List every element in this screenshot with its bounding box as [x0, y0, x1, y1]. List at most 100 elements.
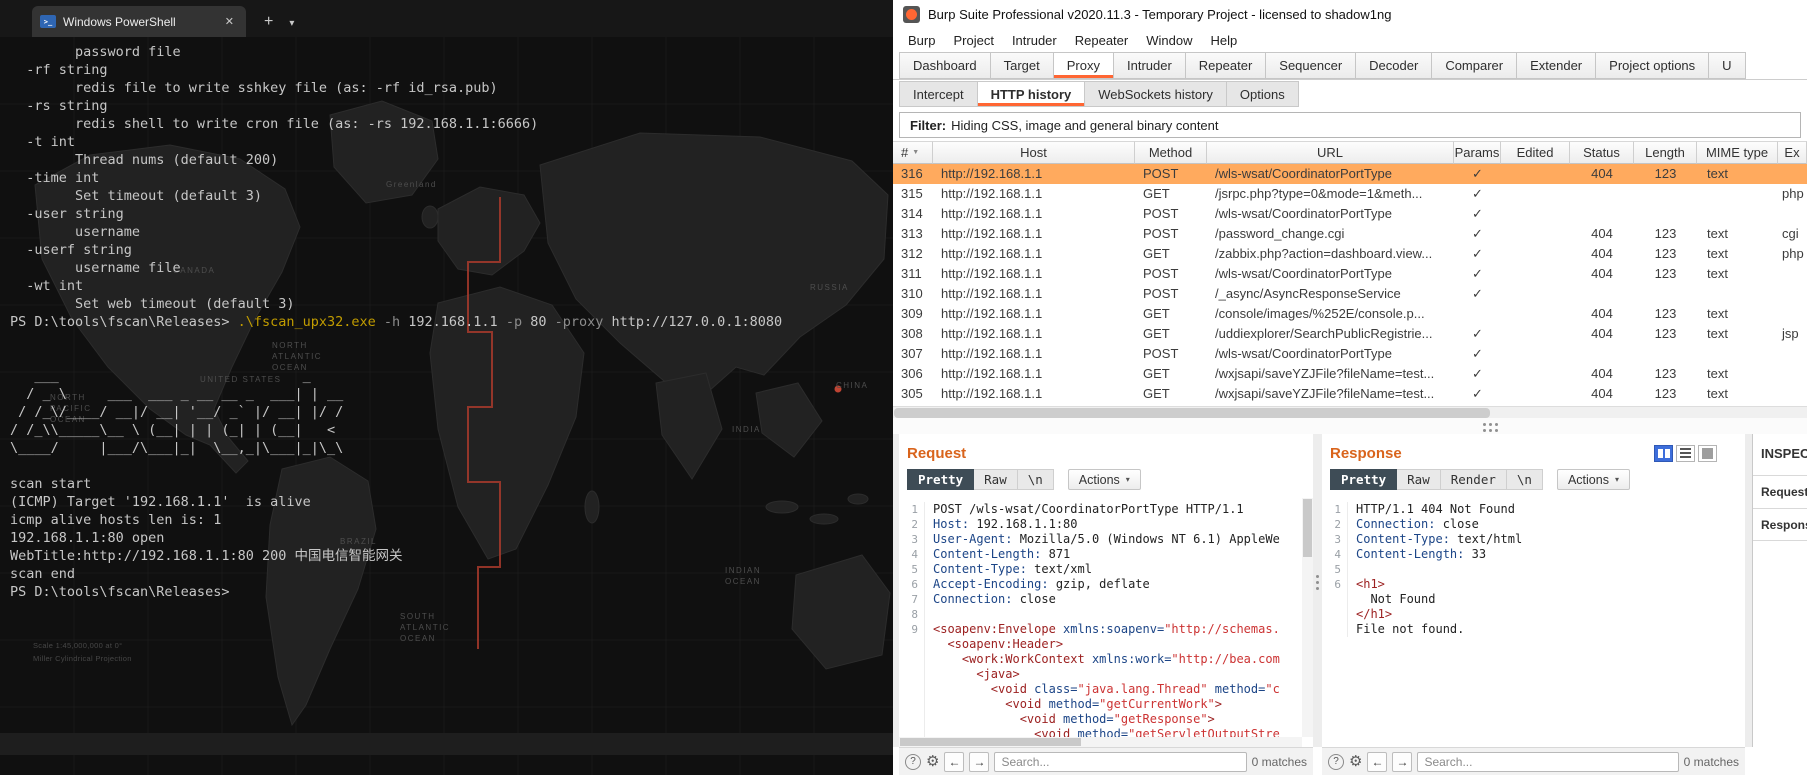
- menu-item-repeater[interactable]: Repeater: [1066, 28, 1137, 52]
- code-line: 3 User-Agent: Mozilla/5.0 (Windows NT 6.1…: [905, 532, 1313, 547]
- cell: ✓: [1472, 186, 1483, 201]
- filter-bar[interactable]: Filter: Hiding CSS, image and general bi…: [899, 112, 1801, 138]
- cell: [1570, 184, 1634, 204]
- column-header-host[interactable]: Host: [933, 141, 1135, 164]
- terminal-text-segment: scan end: [10, 566, 76, 582]
- response-actions-button[interactable]: Actions ▾: [1556, 469, 1630, 490]
- table-horizontal-scrollbar[interactable]: [893, 406, 1807, 418]
- line-number: [1328, 622, 1348, 637]
- code-text: "java.lang.Thread": [1077, 682, 1208, 696]
- tab-target[interactable]: Target: [989, 52, 1054, 79]
- subtab-intercept[interactable]: Intercept: [899, 81, 978, 107]
- search-next-button[interactable]: →: [1392, 751, 1413, 772]
- table-row-312[interactable]: 312 http://192.168.1.1 GET/zabbix.php?acti…: [893, 244, 1807, 264]
- tab-intruder[interactable]: Intruder: [1112, 52, 1186, 79]
- search-prev-button[interactable]: ←: [1367, 751, 1388, 772]
- subtab-websockets-history[interactable]: WebSockets history: [1084, 81, 1227, 107]
- response-tab-render[interactable]: Render: [1440, 469, 1507, 490]
- request-tab-n[interactable]: \n: [1017, 469, 1054, 490]
- splitter-handle-icon[interactable]: [1316, 574, 1319, 590]
- help-icon[interactable]: ?: [1328, 753, 1344, 770]
- table-row-314[interactable]: 314 http://192.168.1.1 POST/wls-wsat/Coord…: [893, 204, 1807, 224]
- menu-item-project[interactable]: Project: [944, 28, 1002, 52]
- layout-single-button[interactable]: [1698, 444, 1717, 462]
- tab-decoder[interactable]: Decoder: [1355, 52, 1433, 79]
- column-header-n[interactable]: # ▼: [893, 141, 933, 164]
- table-row-307[interactable]: 307 http://192.168.1.1 POST/wls-wsat/Coord…: [893, 344, 1807, 364]
- scrollbar-thumb[interactable]: [900, 738, 1082, 746]
- help-icon[interactable]: ?: [905, 753, 921, 770]
- code-text: 33: [1464, 547, 1487, 561]
- table-row-315[interactable]: 315 http://192.168.1.1 GET/jsrpc.php?type=…: [893, 184, 1807, 204]
- scrollbar-thumb[interactable]: [1303, 499, 1312, 557]
- table-row-309[interactable]: 309 http://192.168.1.1 GET/console/images/…: [893, 304, 1807, 324]
- request-horizontal-scrollbar[interactable]: [899, 737, 1302, 747]
- column-header-params[interactable]: Params: [1454, 141, 1501, 164]
- menu-item-burp[interactable]: Burp: [899, 28, 944, 52]
- column-header-ex[interactable]: Ex: [1778, 141, 1807, 164]
- column-header-length[interactable]: Length: [1634, 141, 1697, 164]
- request-actions-button[interactable]: Actions ▾: [1067, 469, 1141, 490]
- column-header-edited[interactable]: Edited: [1501, 141, 1570, 164]
- tab-extender[interactable]: Extender: [1516, 52, 1597, 79]
- line-content: [933, 607, 940, 622]
- cell: /wxjsapi/saveYZJFile?fileName=test...: [1215, 386, 1435, 401]
- inspector-section-request-att[interactable]: Request att: [1753, 475, 1807, 508]
- tab-dashboard[interactable]: Dashboard: [899, 52, 991, 79]
- scrollbar-thumb[interactable]: [894, 408, 1490, 418]
- menu-item-intruder[interactable]: Intruder: [1003, 28, 1066, 52]
- request-code[interactable]: 1 POST /wls-wsat/CoordinatorPortType HTTP…: [899, 498, 1313, 747]
- table-row-305[interactable]: 305 http://192.168.1.1 GET/wxjsapi/saveYZJ…: [893, 384, 1807, 404]
- code-line: 4 Content-Length: 871: [905, 547, 1313, 562]
- settings-gear-icon[interactable]: ⚙: [1349, 753, 1362, 770]
- column-header-mime-type[interactable]: MIME type: [1697, 141, 1778, 164]
- search-next-button[interactable]: →: [969, 751, 990, 772]
- burp-title-bar: Burp Suite Professional v2020.11.3 - Tem…: [893, 0, 1807, 28]
- menu-item-help[interactable]: Help: [1201, 28, 1246, 52]
- table-row-306[interactable]: 306 http://192.168.1.1 GET/wxjsapi/saveYZJ…: [893, 364, 1807, 384]
- layout-rows-button[interactable]: [1676, 444, 1695, 462]
- response-tab-n[interactable]: \n: [1506, 469, 1543, 490]
- table-row-308[interactable]: 308 http://192.168.1.1 GET/uddiexplorer/Se…: [893, 324, 1807, 344]
- request-tab-raw[interactable]: Raw: [974, 469, 1018, 490]
- search-prev-button[interactable]: ←: [944, 751, 965, 772]
- terminal-screen[interactable]: password file -rf string redis file to w…: [0, 37, 893, 775]
- tab-close-icon[interactable]: ✕: [221, 13, 238, 30]
- cell: 404: [1591, 326, 1613, 341]
- tab-dropdown-icon[interactable]: ▾: [283, 18, 300, 37]
- response-code[interactable]: 1 HTTP/1.1 404 Not Found 2 Connection: clos…: [1322, 498, 1745, 747]
- column-header-url[interactable]: URL: [1207, 141, 1454, 164]
- tab-proxy[interactable]: Proxy: [1052, 52, 1114, 79]
- tab-project-options[interactable]: Project options: [1595, 52, 1710, 79]
- column-header-method[interactable]: Method: [1135, 141, 1207, 164]
- line-content: Connection: close: [933, 592, 1056, 607]
- request-vertical-scrollbar[interactable]: [1302, 498, 1313, 737]
- tab-sequencer[interactable]: Sequencer: [1265, 52, 1357, 79]
- table-row-316[interactable]: 316 http://192.168.1.1 POST/wls-wsat/Coord…: [893, 164, 1807, 184]
- request-tab-pretty[interactable]: Pretty: [907, 469, 975, 490]
- search-input[interactable]: [994, 751, 1247, 772]
- inspector-section-response[interactable]: Response: [1753, 508, 1807, 541]
- response-tab-raw[interactable]: Raw: [1397, 469, 1441, 490]
- panel-splitter-vertical[interactable]: [1313, 434, 1322, 747]
- new-tab-button[interactable]: +: [258, 13, 279, 37]
- table-row-313[interactable]: 313 http://192.168.1.1 POST/password_chang…: [893, 224, 1807, 244]
- column-header-status[interactable]: Status: [1570, 141, 1634, 164]
- terminal-text-segment: Set timeout (default 3): [10, 188, 262, 204]
- subtab-options[interactable]: Options: [1225, 81, 1299, 107]
- search-input[interactable]: [1417, 751, 1679, 772]
- table-row-310[interactable]: 310 http://192.168.1.1 POST /_async/AsyncRe…: [893, 284, 1807, 304]
- line-content: <void method="getResponse">: [933, 712, 1215, 727]
- subtab-http-history[interactable]: HTTP history: [976, 81, 1086, 107]
- tab-comparer[interactable]: Comparer: [1431, 52, 1518, 79]
- panel-splitter-horizontal[interactable]: [893, 418, 1807, 434]
- settings-gear-icon[interactable]: ⚙: [926, 753, 939, 770]
- response-tab-pretty[interactable]: Pretty: [1330, 469, 1398, 490]
- terminal-tab-powershell[interactable]: >_ Windows PowerShell ✕: [32, 6, 246, 37]
- menu-item-window[interactable]: Window: [1137, 28, 1201, 52]
- tab-u[interactable]: U: [1708, 52, 1746, 79]
- table-row-311[interactable]: 311 http://192.168.1.1 POST/wls-wsat/Coord…: [893, 264, 1807, 284]
- layout-columns-button[interactable]: [1654, 444, 1673, 462]
- tab-repeater[interactable]: Repeater: [1184, 52, 1267, 79]
- code-line: 9 <soapenv:Envelope xmlns:soapenv="http:/…: [905, 622, 1313, 637]
